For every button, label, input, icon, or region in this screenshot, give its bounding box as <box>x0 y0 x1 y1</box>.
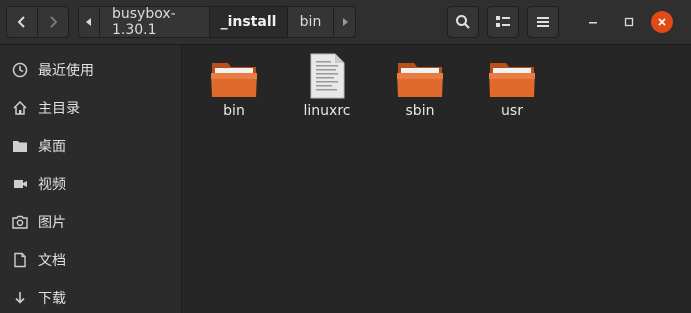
forward-button[interactable] <box>37 6 69 38</box>
search-button[interactable] <box>447 6 479 38</box>
file-manager-window: busybox-1.30.1 _install bin 最近使用 主目录 桌面 … <box>0 0 691 313</box>
folder-icon <box>395 53 445 99</box>
sidebar-item-documents[interactable]: 文档 <box>0 242 181 278</box>
sidebar-item-label: 最近使用 <box>38 63 94 79</box>
menu-button[interactable] <box>527 6 559 38</box>
file-view: bin linuxrc sbin usr <box>182 45 691 313</box>
home-icon <box>12 100 28 116</box>
document-icon <box>12 252 28 268</box>
sidebar-item-videos[interactable]: 视频 <box>0 166 181 202</box>
maximize-icon <box>624 17 634 27</box>
path-bar: busybox-1.30.1 _install bin <box>78 6 356 38</box>
file-item-usr[interactable]: usr <box>472 53 552 125</box>
path-segment-install[interactable]: _install <box>210 6 288 38</box>
camera-icon <box>12 214 28 230</box>
sidebar-item-home[interactable]: 主目录 <box>0 90 181 126</box>
sidebar-item-label: 桌面 <box>38 139 66 155</box>
search-icon <box>456 15 470 29</box>
close-icon <box>658 18 666 26</box>
file-item-sbin[interactable]: sbin <box>380 53 460 125</box>
sidebar-item-desktop[interactable]: 桌面 <box>0 128 181 164</box>
minimize-button[interactable] <box>581 10 605 34</box>
folder-icon <box>209 53 259 99</box>
folder-icon <box>12 138 28 154</box>
path-segment-bin[interactable]: bin <box>288 6 334 38</box>
file-name: sbin <box>405 103 435 119</box>
sidebar-item-downloads[interactable]: 下载 <box>0 280 181 313</box>
sidebar-item-recent[interactable]: 最近使用 <box>0 52 181 88</box>
clock-icon <box>12 62 28 78</box>
view-toggle-button[interactable] <box>487 6 519 38</box>
video-icon <box>12 176 28 192</box>
download-icon <box>12 290 28 306</box>
file-name: bin <box>223 103 245 119</box>
chevron-right-icon <box>50 16 58 28</box>
file-item-bin[interactable]: bin <box>194 53 274 125</box>
sidebar: 最近使用 主目录 桌面 视频 图片 文档 下载 <box>0 45 182 313</box>
path-segment-busybox[interactable]: busybox-1.30.1 <box>100 6 210 38</box>
triangle-left-icon <box>86 18 91 26</box>
file-name: linuxrc <box>303 103 351 119</box>
sidebar-item-pictures[interactable]: 图片 <box>0 204 181 240</box>
sidebar-item-label: 图片 <box>38 215 66 231</box>
text-file-icon <box>302 53 352 99</box>
back-button[interactable] <box>6 6 38 38</box>
maximize-button[interactable] <box>617 10 641 34</box>
sidebar-item-label: 文档 <box>38 253 66 269</box>
sidebar-item-label: 视频 <box>38 177 66 193</box>
hamburger-menu-icon <box>537 17 549 27</box>
path-scroll-left-button[interactable] <box>78 6 100 38</box>
folder-icon <box>487 53 537 99</box>
list-view-icon <box>496 16 510 27</box>
triangle-right-icon <box>342 18 348 26</box>
path-scroll-right-button[interactable] <box>334 6 356 38</box>
file-item-linuxrc[interactable]: linuxrc <box>287 53 367 125</box>
file-name: usr <box>501 103 523 119</box>
minimize-icon <box>589 22 597 24</box>
sidebar-item-label: 下载 <box>38 291 66 307</box>
chevron-left-icon <box>17 16 25 28</box>
header-bar: busybox-1.30.1 _install bin <box>0 0 691 45</box>
sidebar-item-label: 主目录 <box>38 101 80 117</box>
close-button[interactable] <box>651 11 673 33</box>
